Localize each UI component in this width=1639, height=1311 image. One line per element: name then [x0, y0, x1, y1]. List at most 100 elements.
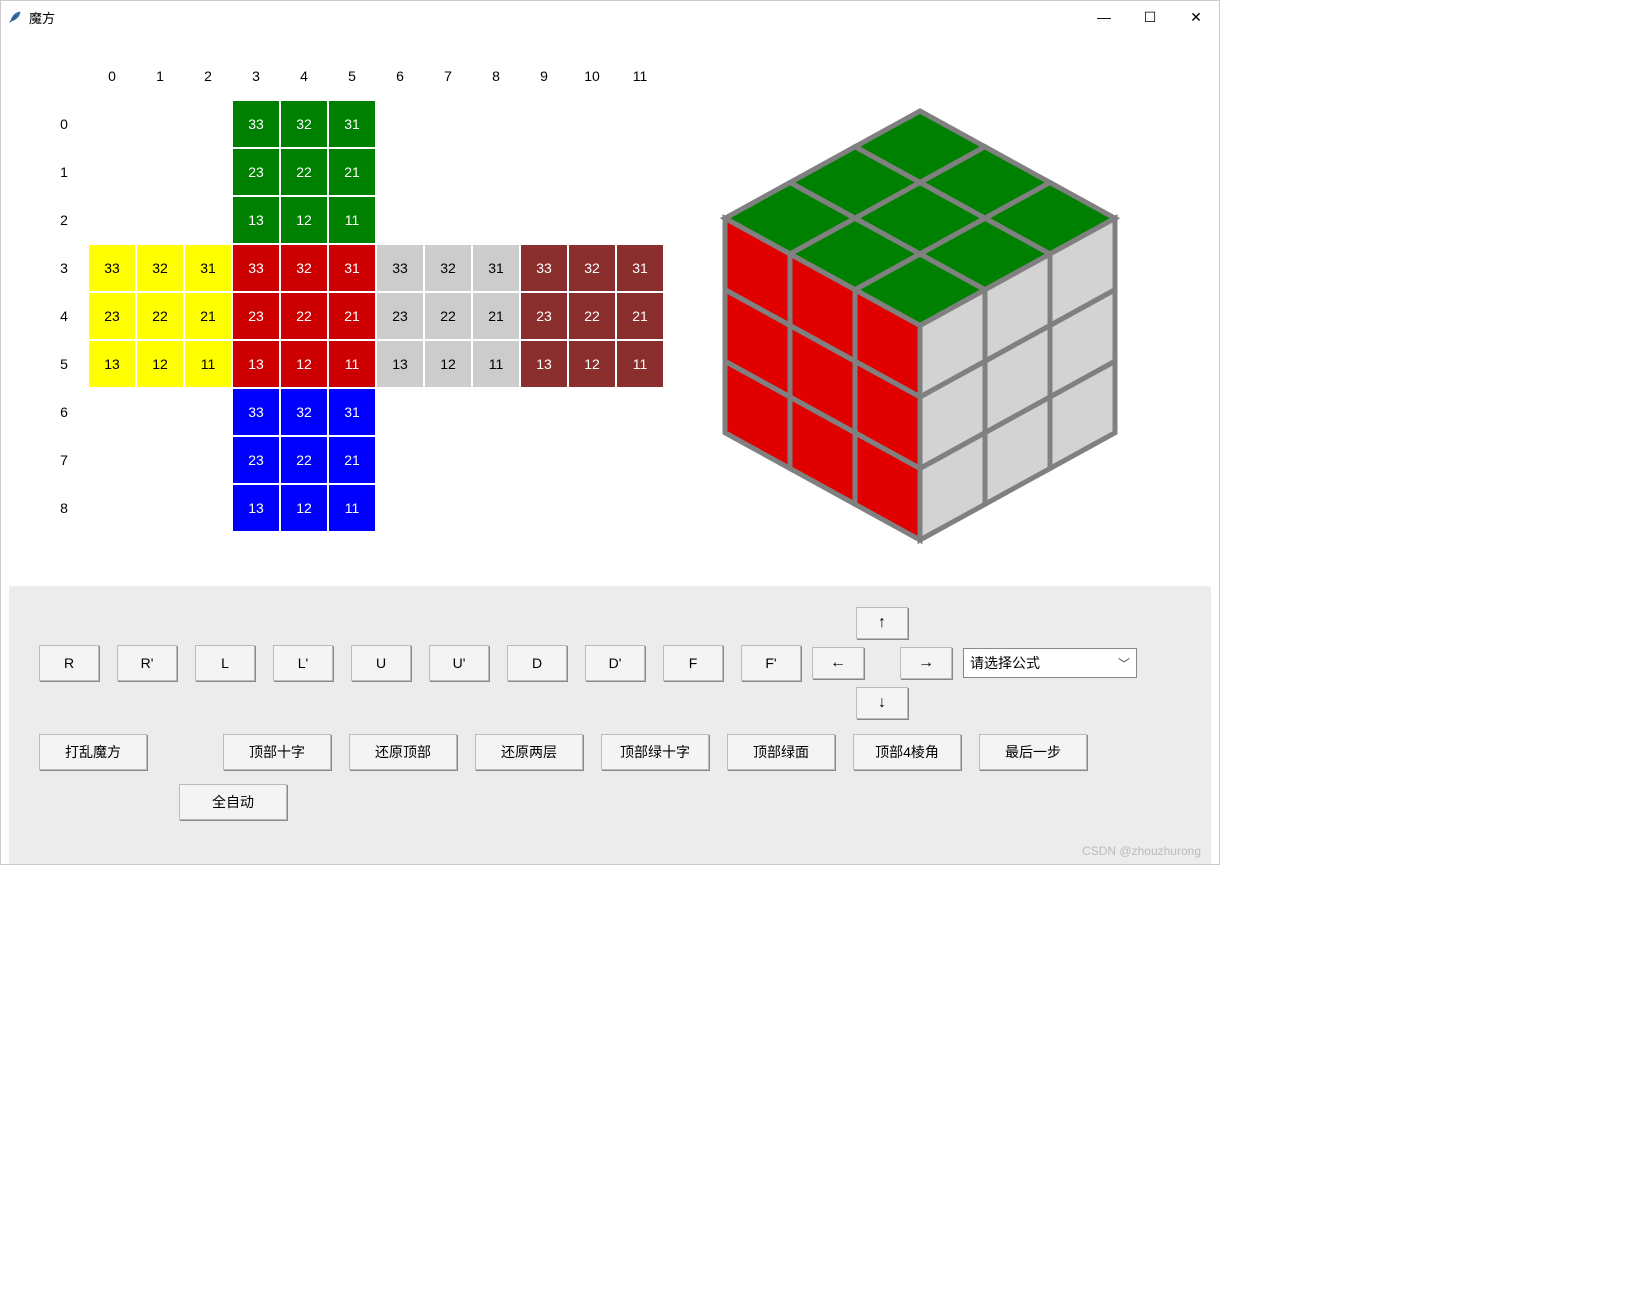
net-cell-right[interactable]: 23 [377, 293, 423, 339]
app-window: 魔方 — ☐ ✕ 0123456789101103332311232221213… [0, 0, 1220, 865]
grid-header [89, 197, 135, 243]
rotate-up-button[interactable]: ↑ [856, 607, 908, 639]
net-cell-left[interactable]: 33 [89, 245, 135, 291]
move-Rprime-button[interactable]: R' [117, 645, 177, 681]
grid-header [521, 101, 567, 147]
net-cell-top[interactable]: 23 [233, 149, 279, 195]
move-D-button[interactable]: D [507, 645, 567, 681]
grid-header [569, 149, 615, 195]
move-L-button[interactable]: L [195, 645, 255, 681]
net-cell-top[interactable]: 13 [233, 197, 279, 243]
net-cell-back[interactable]: 11 [617, 341, 663, 387]
net-cell-bottom[interactable]: 31 [329, 389, 375, 435]
grid-header [425, 437, 471, 483]
grid-header [89, 437, 135, 483]
net-cell-top[interactable]: 32 [281, 101, 327, 147]
net-cell-front[interactable]: 22 [281, 293, 327, 339]
move-U-button[interactable]: U [351, 645, 411, 681]
net-cell-right[interactable]: 21 [473, 293, 519, 339]
net-cell-left[interactable]: 23 [89, 293, 135, 339]
net-cell-bottom[interactable]: 11 [329, 485, 375, 531]
net-cell-top[interactable]: 21 [329, 149, 375, 195]
maximize-button[interactable]: ☐ [1127, 1, 1173, 33]
close-button[interactable]: ✕ [1173, 1, 1219, 33]
net-cell-left[interactable]: 12 [137, 341, 183, 387]
net-cell-front[interactable]: 33 [233, 245, 279, 291]
net-cell-top[interactable]: 31 [329, 101, 375, 147]
grid-header [185, 101, 231, 147]
net-cell-front[interactable]: 13 [233, 341, 279, 387]
grid-header [617, 389, 663, 435]
net-cell-back[interactable]: 31 [617, 245, 663, 291]
grid-header [425, 101, 471, 147]
move-Uprime-button[interactable]: U' [429, 645, 489, 681]
rotate-right-button[interactable]: → [900, 647, 952, 679]
step-button-5[interactable]: 顶部绿面 [727, 734, 835, 770]
step-button-6[interactable]: 顶部4棱角 [853, 734, 961, 770]
grid-header: 1 [41, 149, 87, 195]
move-Lprime-button[interactable]: L' [273, 645, 333, 681]
grid-header: 4 [281, 53, 327, 99]
grid-header [617, 101, 663, 147]
net-cell-bottom[interactable]: 21 [329, 437, 375, 483]
step-button-0[interactable]: 打乱魔方 [39, 734, 147, 770]
step-button-2[interactable]: 还原顶部 [349, 734, 457, 770]
grid-header [569, 485, 615, 531]
net-cell-back[interactable]: 23 [521, 293, 567, 339]
net-cell-back[interactable]: 22 [569, 293, 615, 339]
net-cell-top[interactable]: 33 [233, 101, 279, 147]
net-cell-front[interactable]: 31 [329, 245, 375, 291]
grid-header [41, 53, 87, 99]
net-cell-bottom[interactable]: 22 [281, 437, 327, 483]
net-cell-back[interactable]: 33 [521, 245, 567, 291]
net-cell-left[interactable]: 32 [137, 245, 183, 291]
net-cell-left[interactable]: 31 [185, 245, 231, 291]
net-cell-right[interactable]: 22 [425, 293, 471, 339]
move-Dprime-button[interactable]: D' [585, 645, 645, 681]
net-cell-front[interactable]: 12 [281, 341, 327, 387]
net-cell-back[interactable]: 21 [617, 293, 663, 339]
net-cell-right[interactable]: 11 [473, 341, 519, 387]
move-F-button[interactable]: F [663, 645, 723, 681]
net-cell-left[interactable]: 21 [185, 293, 231, 339]
grid-header [617, 197, 663, 243]
net-cell-front[interactable]: 11 [329, 341, 375, 387]
step-button-1[interactable]: 顶部十字 [223, 734, 331, 770]
net-cell-right[interactable]: 33 [377, 245, 423, 291]
net-cell-front[interactable]: 32 [281, 245, 327, 291]
net-cell-back[interactable]: 13 [521, 341, 567, 387]
grid-header: 11 [617, 53, 663, 99]
net-cell-bottom[interactable]: 23 [233, 437, 279, 483]
grid-header [185, 149, 231, 195]
net-cell-top[interactable]: 11 [329, 197, 375, 243]
minimize-button[interactable]: — [1081, 1, 1127, 33]
net-cell-bottom[interactable]: 12 [281, 485, 327, 531]
net-cell-left[interactable]: 13 [89, 341, 135, 387]
net-cell-left[interactable]: 11 [185, 341, 231, 387]
step-button-3[interactable]: 还原两层 [475, 734, 583, 770]
formula-select[interactable]: 请选择公式 ﹀ [963, 648, 1137, 678]
net-cell-right[interactable]: 12 [425, 341, 471, 387]
net-cell-left[interactable]: 22 [137, 293, 183, 339]
net-cell-front[interactable]: 23 [233, 293, 279, 339]
step-button-4[interactable]: 顶部绿十字 [601, 734, 709, 770]
net-cell-right[interactable]: 13 [377, 341, 423, 387]
net-cell-bottom[interactable]: 13 [233, 485, 279, 531]
step-button-7[interactable]: 最后一步 [979, 734, 1087, 770]
rotate-left-button[interactable]: ← [812, 647, 864, 679]
net-cell-right[interactable]: 31 [473, 245, 519, 291]
net-cell-top[interactable]: 12 [281, 197, 327, 243]
net-cell-back[interactable]: 12 [569, 341, 615, 387]
move-R-button[interactable]: R [39, 645, 99, 681]
net-cell-bottom[interactable]: 33 [233, 389, 279, 435]
net-cell-bottom[interactable]: 32 [281, 389, 327, 435]
net-cell-back[interactable]: 32 [569, 245, 615, 291]
net-cell-right[interactable]: 32 [425, 245, 471, 291]
move-Fprime-button[interactable]: F' [741, 645, 801, 681]
grid-header [521, 485, 567, 531]
grid-header [473, 485, 519, 531]
net-cell-front[interactable]: 21 [329, 293, 375, 339]
rotate-down-button[interactable]: ↓ [856, 687, 908, 719]
net-cell-top[interactable]: 22 [281, 149, 327, 195]
auto-solve-button[interactable]: 全自动 [179, 784, 287, 820]
